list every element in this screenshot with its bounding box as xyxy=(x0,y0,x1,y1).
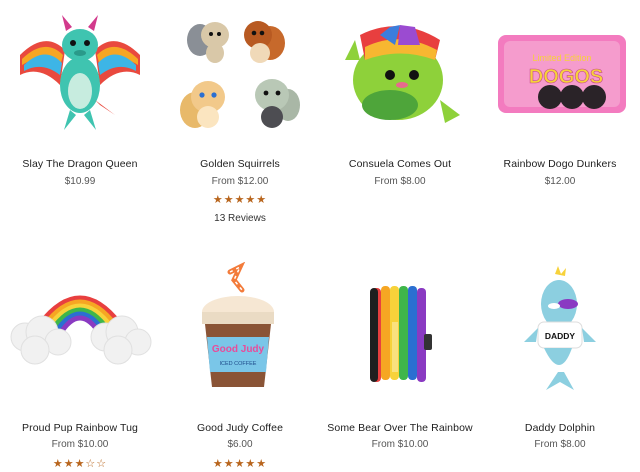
squirrel-toys-icon[interactable] xyxy=(160,5,320,145)
dolphin-shirt-text: DADDY xyxy=(545,331,576,341)
product-price: From $10.00 xyxy=(51,439,109,450)
product-price: $10.99 xyxy=(64,176,96,187)
product-price: From $10.00 xyxy=(371,439,429,450)
product-name[interactable]: Good Judy Coffee xyxy=(160,422,320,434)
product-card-rainbow-bear[interactable]: Some Bear Over The Rainbow From $10.00 xyxy=(320,262,480,472)
review-count-link[interactable]: 13 Reviews xyxy=(160,213,320,224)
rainbow-dragon-icon[interactable] xyxy=(0,5,160,145)
iced-coffee-icon[interactable]: Good Judy ICED COFFEE xyxy=(160,262,320,402)
product-name[interactable]: Proud Pup Rainbow Tug xyxy=(0,422,160,434)
dolphin-toy-icon[interactable]: DADDY xyxy=(480,262,640,402)
product-name[interactable]: Some Bear Over The Rainbow xyxy=(320,422,480,434)
product-card-squirrels[interactable]: Golden Squirrels From $12.00 ★★★★★ 13 Re… xyxy=(160,0,320,230)
product-price: $12.00 xyxy=(544,176,576,187)
product-name[interactable]: Slay The Dragon Queen xyxy=(0,158,160,170)
product-card-dragon[interactable]: Slay The Dragon Queen $10.99 xyxy=(0,0,160,200)
product-card-dogo-dunkers[interactable]: Limited Edition DOGOS Rainbow Dogo Dunke… xyxy=(480,0,640,200)
star-rating: ★★★★★ xyxy=(212,194,268,206)
star-rating: ★★★☆☆ xyxy=(52,458,108,470)
product-name[interactable]: Golden Squirrels xyxy=(160,158,320,170)
product-card-dolphin[interactable]: DADDY Daddy Dolphin From $8.00 xyxy=(480,262,640,472)
coffee-brand-text: Good Judy xyxy=(212,344,265,355)
rainbow-bear-icon[interactable] xyxy=(320,262,480,402)
product-price: $6.00 xyxy=(227,439,253,450)
package-top-text: Limited Edition xyxy=(532,53,591,63)
star-rating: ★★★★★ xyxy=(212,458,268,470)
product-name[interactable]: Rainbow Dogo Dunkers xyxy=(480,158,640,170)
product-price: From $12.00 xyxy=(211,176,269,187)
package-main-text: DOGOS xyxy=(529,66,603,88)
product-card-coffee[interactable]: Good Judy ICED COFFEE Good Judy Coffee $… xyxy=(160,262,320,472)
cactus-toy-icon[interactable] xyxy=(320,5,480,145)
product-name[interactable]: Daddy Dolphin xyxy=(480,422,640,434)
coffee-sub-text: ICED COFFEE xyxy=(220,361,257,367)
product-price: From $8.00 xyxy=(534,439,586,450)
product-card-cactus[interactable]: Consuela Comes Out From $8.00 xyxy=(320,0,480,200)
rainbow-tug-icon[interactable] xyxy=(0,262,160,402)
product-grid: Slay The Dragon Queen $10.99 Golden Squi… xyxy=(0,0,640,472)
product-name[interactable]: Consuela Comes Out xyxy=(320,158,480,170)
product-card-rainbow-tug[interactable]: Proud Pup Rainbow Tug From $10.00 ★★★☆☆ xyxy=(0,262,160,472)
product-price: From $8.00 xyxy=(374,176,426,187)
cookie-package-icon[interactable]: Limited Edition DOGOS xyxy=(480,5,640,145)
